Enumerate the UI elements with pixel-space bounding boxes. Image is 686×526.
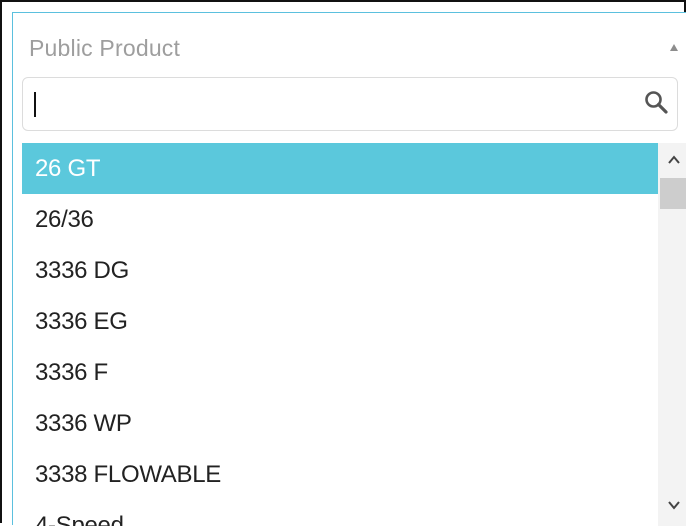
option-item[interactable]: 3336 DG [22,245,658,296]
search-icon[interactable] [643,89,669,115]
select-label: Public Product [29,35,181,61]
option-item[interactable]: 3336 EG [22,296,658,347]
public-product-select[interactable]: Public Product 26 GT 26/36 3336 DG 3336 EG 3… [12,12,686,526]
options-list: 26 GT 26/36 3336 DG 3336 EG 3336 F 3336 WP 333… [22,143,658,526]
caret-up-icon[interactable] [670,44,678,51]
search-box[interactable] [22,77,678,131]
search-input[interactable] [25,80,635,128]
select-header[interactable]: Public Product [13,13,686,77]
option-item[interactable]: 4-Speed [22,500,658,526]
chevron-up-icon[interactable] [667,153,681,167]
option-item[interactable]: 3336 F [22,347,658,398]
text-cursor [34,92,36,117]
window-frame: Public Product 26 GT 26/36 3336 DG 3336 EG 3… [0,0,686,526]
chevron-down-icon[interactable] [667,498,681,512]
scrollbar[interactable] [658,143,686,526]
option-item[interactable]: 3336 WP [22,398,658,449]
option-item[interactable]: 3338 FLOWABLE [22,449,658,500]
option-item[interactable]: 26/36 [22,194,658,245]
option-item[interactable]: 26 GT [22,143,658,194]
scroll-thumb[interactable] [660,178,686,209]
